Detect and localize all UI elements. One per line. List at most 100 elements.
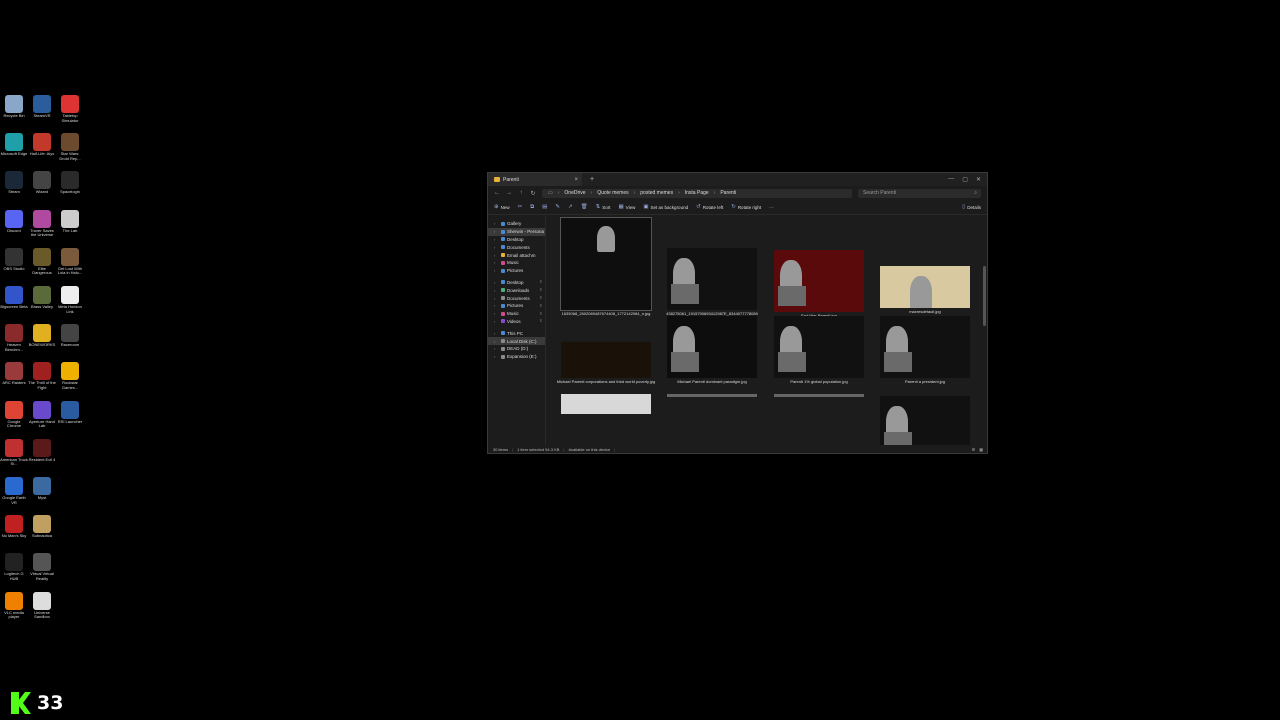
- breadcrumb-item[interactable]: posted memes: [640, 190, 673, 196]
- desktop-icon[interactable]: OBS Studio: [0, 247, 28, 272]
- desktop-icon[interactable]: Star Wars: Droid Rep...: [56, 133, 84, 161]
- breadcrumb[interactable]: ▭ › OneDrive › Quote memes › posted memes › In…: [542, 188, 852, 198]
- desktop-icon[interactable]: Logitech G HUB: [0, 553, 28, 581]
- details-button[interactable]: ▯ Details: [962, 204, 981, 210]
- share-icon[interactable]: ↗: [568, 204, 573, 210]
- nav-item[interactable]: › Email attachm: [488, 251, 545, 259]
- desktop-icon[interactable]: Wizard: [28, 171, 56, 195]
- desktop-icon[interactable]: Subnautica: [28, 515, 56, 539]
- file-thumbnail[interactable]: Parenti a president.jpg: [873, 314, 977, 385]
- desktop-icon[interactable]: Myst: [28, 477, 56, 501]
- nav-item[interactable]: › This PC: [488, 329, 545, 337]
- desktop-icon[interactable]: Rockstar Games...: [56, 362, 84, 390]
- chevron-right-icon[interactable]: ›: [591, 190, 593, 196]
- delete-icon[interactable]: 🗑: [581, 204, 588, 210]
- desktop-icon[interactable]: ARC Raiders: [0, 362, 28, 386]
- close-tab-icon[interactable]: ×: [574, 177, 578, 183]
- desktop-icon[interactable]: Get Lost With Lola in Halo...: [56, 247, 84, 276]
- details-view-icon[interactable]: ☰: [972, 447, 976, 452]
- nav-item[interactable]: › DEAD (D:): [488, 345, 545, 353]
- nav-item[interactable]: › Expansion (E:): [488, 353, 545, 361]
- rename-icon[interactable]: ✎: [555, 204, 560, 210]
- file-thumbnail[interactable]: [660, 394, 764, 399]
- chevron-right-icon[interactable]: ›: [634, 190, 636, 196]
- desktop-icon[interactable]: Google Chrome: [0, 400, 28, 429]
- desktop-icon[interactable]: Microsoft Edge: [0, 133, 28, 157]
- desktop-icon[interactable]: The Thrill of the Fight: [28, 362, 56, 390]
- desktop-icon[interactable]: Meta Horizon Link: [56, 286, 84, 314]
- breadcrumb-item[interactable]: Parenti: [720, 190, 736, 196]
- nav-item[interactable]: › Documents ⊼: [488, 294, 545, 302]
- desktop-icon[interactable]: BONEWORKS: [28, 324, 56, 348]
- nav-item[interactable]: › Downloads ⊼: [488, 286, 545, 294]
- nav-item[interactable]: › Videos ⊼: [488, 318, 545, 326]
- file-thumbnail[interactable]: [554, 394, 658, 416]
- nav-item[interactable]: › Desktop: [488, 236, 545, 244]
- chevron-right-icon[interactable]: ›: [494, 221, 499, 226]
- desktop-icon[interactable]: The Lab: [56, 209, 84, 234]
- desktop-icon[interactable]: VLC media player: [0, 591, 28, 620]
- nav-item[interactable]: › Local Disk (C:): [488, 337, 545, 345]
- desktop-icon[interactable]: Aperture Hand Lab: [28, 400, 56, 429]
- nav-item[interactable]: › Desktop ⊼: [488, 279, 545, 287]
- file-thumbnail[interactable]: 438275061_1915790693412987E_834407777808…: [660, 218, 764, 321]
- minimize-icon[interactable]: —: [948, 176, 954, 183]
- rotate-right-button[interactable]: ↻ Rotate right: [731, 204, 761, 210]
- chevron-right-icon[interactable]: ›: [494, 280, 499, 285]
- nav-item[interactable]: › Pictures ⊼: [488, 302, 545, 310]
- new-tab-button[interactable]: +: [590, 176, 594, 183]
- file-thumbnail[interactable]: Michael Parenti corporations and third w…: [554, 314, 658, 385]
- forward-icon[interactable]: →: [506, 190, 512, 196]
- desktop-icon[interactable]: Spacelogin: [56, 171, 84, 195]
- file-thumbnail[interactable]: End War Parenti.jpg: [767, 218, 871, 319]
- desktop-icon[interactable]: Trover Saves the Universe: [28, 209, 56, 238]
- chevron-right-icon[interactable]: ›: [494, 311, 499, 316]
- chevron-right-icon[interactable]: ›: [494, 260, 499, 265]
- file-thumbnail[interactable]: Michael Parenti dominant paradigm.jpg: [660, 314, 764, 385]
- nav-item[interactable]: › Pictures: [488, 267, 545, 275]
- chevron-right-icon[interactable]: ›: [494, 339, 499, 344]
- desktop-icon[interactable]: Heaven Benchm...: [0, 324, 28, 352]
- tab-parenti[interactable]: Parenti ×: [488, 173, 582, 186]
- chevron-right-icon[interactable]: ›: [494, 303, 499, 308]
- chevron-right-icon[interactable]: ›: [494, 245, 499, 250]
- chevron-right-icon[interactable]: ›: [494, 296, 499, 301]
- desktop-icon[interactable]: Discord: [0, 209, 28, 234]
- cut-icon[interactable]: ✂: [518, 204, 523, 210]
- breadcrumb-item[interactable]: Insta Page: [685, 190, 709, 196]
- desktop-icon[interactable]: American Truck Si...: [0, 438, 28, 467]
- desktop-icon[interactable]: No Man's Sky: [0, 515, 28, 539]
- chevron-right-icon[interactable]: ›: [494, 288, 499, 293]
- paste-icon[interactable]: ▤: [542, 204, 547, 210]
- breadcrumb-item[interactable]: Quote memes: [597, 190, 628, 196]
- refresh-icon[interactable]: ↻: [530, 190, 536, 197]
- back-icon[interactable]: ←: [494, 190, 500, 196]
- new-button[interactable]: ⊕ New: [494, 204, 510, 210]
- rotate-left-button[interactable]: ↺ Rotate left: [696, 204, 723, 210]
- desktop-icon[interactable]: Half-Life: Alyx: [28, 133, 56, 157]
- view-button[interactable]: ▦ View: [618, 204, 635, 210]
- chevron-right-icon[interactable]: ›: [678, 190, 680, 196]
- nav-item[interactable]: › Sherwin - Persona: [488, 227, 545, 236]
- chevron-right-icon[interactable]: ›: [494, 268, 499, 273]
- file-thumbnail[interactable]: [873, 394, 977, 445]
- search-input[interactable]: Search Parenti ⌕: [858, 188, 981, 198]
- file-thumbnail[interactable]: 1635068_2602089487674408_1772142084_n.jp…: [554, 217, 658, 317]
- desktop-icon[interactable]: Raceroom: [56, 324, 84, 348]
- set-background-button[interactable]: ▣ Set as background: [643, 204, 688, 210]
- chevron-right-icon[interactable]: ›: [494, 319, 499, 324]
- desktop-icon[interactable]: Recycle Bin: [0, 95, 28, 119]
- nav-item[interactable]: › Gallery: [488, 220, 545, 228]
- chevron-right-icon[interactable]: ›: [494, 346, 499, 351]
- chevron-right-icon[interactable]: ›: [494, 229, 499, 234]
- up-icon[interactable]: ↑: [518, 190, 524, 196]
- maximize-icon[interactable]: ▢: [962, 176, 968, 183]
- nav-item[interactable]: › Music ⊼: [488, 310, 545, 318]
- file-thumbnail[interactable]: maxresdefault.jpg: [873, 218, 977, 315]
- breadcrumb-item[interactable]: OneDrive: [564, 190, 585, 196]
- desktop-icon[interactable]: Bigscreen Beta: [0, 286, 28, 310]
- desktop-icon[interactable]: Tabletop Simulator: [56, 95, 84, 123]
- file-thumbnail[interactable]: [767, 394, 871, 399]
- desktop-icon[interactable]: SteamVR: [28, 95, 56, 119]
- thumbnail-view-icon[interactable]: ▦: [979, 447, 983, 452]
